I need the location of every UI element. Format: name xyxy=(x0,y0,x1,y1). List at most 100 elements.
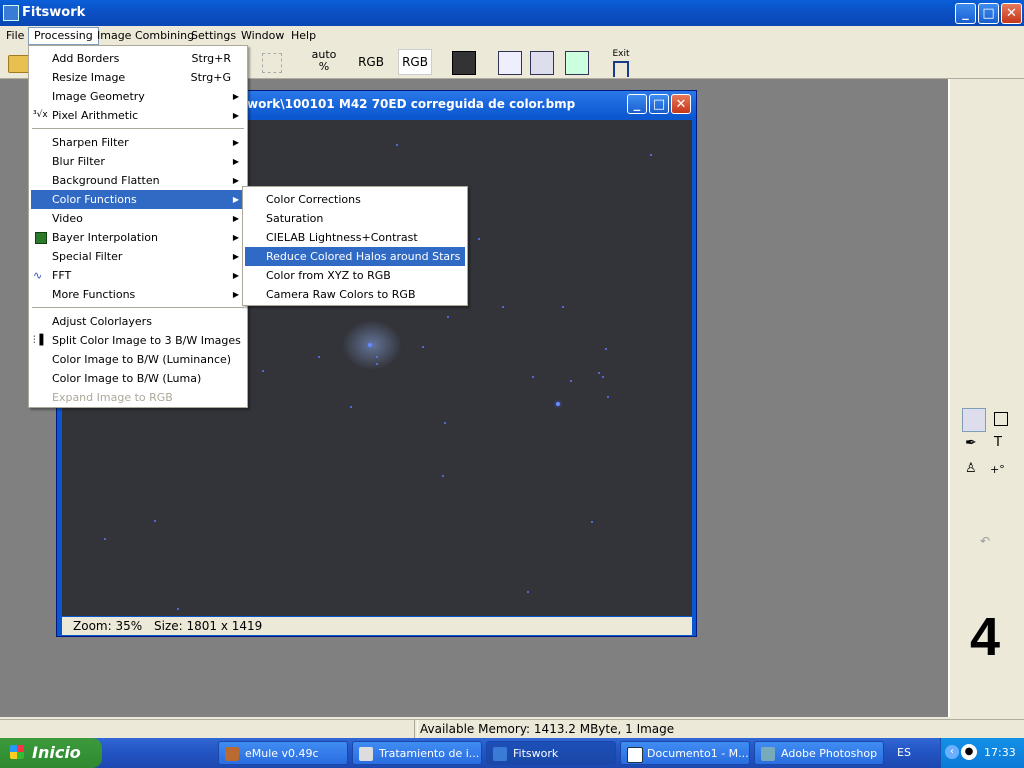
menu-help[interactable]: Help xyxy=(286,28,321,44)
menu-item-add-borders[interactable]: Add Borders Strg+R xyxy=(31,49,245,68)
close-button[interactable]: ✕ xyxy=(1001,3,1022,24)
child-maximize-button[interactable]: □ xyxy=(649,94,669,114)
label: Expand Image to RGB xyxy=(52,391,173,404)
menu-item-video[interactable]: Video ▶ xyxy=(31,209,245,228)
menu-item-fft[interactable]: ∿ FFT ▶ xyxy=(31,266,245,285)
maximize-button[interactable]: □ xyxy=(978,3,999,24)
star xyxy=(376,363,378,365)
rectangle-select-icon[interactable] xyxy=(994,412,1008,426)
submenu-arrow-icon: ▶ xyxy=(232,138,239,147)
menu-file[interactable]: File xyxy=(1,28,29,44)
system-tray: ‹ ● 17:33 xyxy=(940,738,1024,768)
task-documento1[interactable]: Documento1 - M... xyxy=(620,741,750,765)
child-close-button[interactable]: ✕ xyxy=(671,94,691,114)
label: Image Geometry xyxy=(52,90,145,103)
histogram-icon[interactable] xyxy=(452,51,476,75)
chevron-left-icon[interactable]: ‹ xyxy=(945,745,959,759)
label: Pixel Arithmetic xyxy=(52,109,139,122)
exit-button[interactable]: Exit xyxy=(608,49,634,77)
minimize-button[interactable]: _ xyxy=(955,3,976,24)
menu-item-background-flatten[interactable]: Background Flatten ▶ xyxy=(31,171,245,190)
menu-item-more-functions[interactable]: More Functions ▶ xyxy=(31,285,245,304)
task-photoshop[interactable]: Adobe Photoshop xyxy=(754,741,884,765)
star xyxy=(177,608,179,610)
app-icon[interactable] xyxy=(3,5,19,21)
nebula xyxy=(342,320,402,370)
menu-item-bayer-interpolation[interactable]: Bayer Interpolation ▶ xyxy=(31,228,245,247)
star xyxy=(607,396,609,398)
auto-contrast-button[interactable]: auto % xyxy=(310,49,338,75)
crop-icon[interactable] xyxy=(262,53,282,73)
menu-item-blur-filter[interactable]: Blur Filter ▶ xyxy=(31,152,245,171)
separator xyxy=(32,128,244,129)
label: Camera Raw Colors to RGB xyxy=(266,288,416,301)
menu-item-color-from-xyz[interactable]: Color from XYZ to RGB xyxy=(245,266,465,285)
rgb-button-2[interactable]: RGB xyxy=(398,49,432,75)
memory-status: Available Memory: 1413.2 MByte, 1 Image xyxy=(420,722,675,736)
rgb-button-1[interactable]: RGB xyxy=(355,49,387,75)
pipette-icon[interactable]: ✒ xyxy=(965,435,977,451)
menu-item-pixel-arithmetic[interactable]: ³√x Pixel Arithmetic ▶ xyxy=(31,106,245,125)
task-emule[interactable]: eMule v0.49c xyxy=(218,741,348,765)
task-label: Adobe Photoshop xyxy=(781,747,878,760)
text-tool-icon[interactable]: T xyxy=(994,435,1002,450)
label: Background Flatten xyxy=(52,174,160,187)
star xyxy=(396,144,398,146)
star xyxy=(598,372,600,374)
menu-item-bw-luminance[interactable]: Color Image to B/W (Luminance) xyxy=(31,350,245,369)
submenu-arrow-icon: ▶ xyxy=(232,271,239,280)
bayer-grid-icon xyxy=(35,232,47,244)
submenu-arrow-icon: ▶ xyxy=(232,252,239,261)
menu-item-image-geometry[interactable]: Image Geometry ▶ xyxy=(31,87,245,106)
language-indicator[interactable]: ES xyxy=(897,746,911,759)
menu-item-reduce-colored-halos[interactable]: Reduce Colored Halos around Stars xyxy=(245,247,465,266)
document-icon xyxy=(359,747,373,761)
star xyxy=(478,238,480,240)
label: Color Functions xyxy=(52,193,137,206)
photoshop-icon xyxy=(761,747,775,761)
menu-settings[interactable]: Settings xyxy=(186,28,241,44)
menu-item-sharpen-filter[interactable]: Sharpen Filter ▶ xyxy=(31,133,245,152)
tool-panel: ✒ T ♙ +° ↶ 4 xyxy=(948,79,1024,717)
add-point-icon[interactable]: +° xyxy=(990,463,1005,476)
image-view-icon[interactable] xyxy=(962,408,986,432)
word-icon xyxy=(627,747,643,763)
star xyxy=(591,521,593,523)
label: Color Image to B/W (Luma) xyxy=(52,372,202,385)
panda-icon[interactable]: ● xyxy=(961,744,977,760)
menu-bar: File Processing Image Combining Settings… xyxy=(0,26,1024,45)
menu-item-bw-luma[interactable]: Color Image to B/W (Luma) xyxy=(31,369,245,388)
image-status-bar: Zoom: 35% Size: 1801 x 1419 xyxy=(62,617,692,635)
menu-item-resize-image[interactable]: Resize Image Strg+G xyxy=(31,68,245,87)
submenu-arrow-icon: ▶ xyxy=(232,214,239,223)
undo-icon[interactable]: ↶ xyxy=(980,534,990,548)
menu-item-cielab-lightness-contrast[interactable]: CIELAB Lightness+Contrast xyxy=(245,228,465,247)
levels-icon[interactable] xyxy=(530,51,554,75)
child-minimize-button[interactable]: _ xyxy=(627,94,647,114)
menu-item-color-corrections[interactable]: Color Corrections xyxy=(245,190,465,209)
menu-window[interactable]: Window xyxy=(236,28,289,44)
tools-icon[interactable] xyxy=(565,51,589,75)
star xyxy=(556,402,560,406)
menu-processing[interactable]: Processing xyxy=(28,27,99,45)
label: FFT xyxy=(52,269,72,282)
menu-item-color-functions[interactable]: Color Functions ▶ xyxy=(31,190,245,209)
stamp-icon[interactable]: ♙ xyxy=(965,461,977,476)
menu-item-camera-raw-colors[interactable]: Camera Raw Colors to RGB xyxy=(245,285,465,304)
menu-item-saturation[interactable]: Saturation xyxy=(245,209,465,228)
curve-icon[interactable] xyxy=(498,51,522,75)
menu-item-special-filter[interactable]: Special Filter ▶ xyxy=(31,247,245,266)
start-button[interactable]: Inicio xyxy=(0,738,102,768)
task-fitswork[interactable]: Fitswork xyxy=(486,741,616,765)
shortcut: Strg+G xyxy=(190,71,231,84)
processing-menu: Add Borders Strg+R Resize Image Strg+G Ima… xyxy=(28,45,248,408)
exit-label: Exit xyxy=(612,49,630,59)
menu-image-combining[interactable]: Image Combining xyxy=(92,28,199,44)
label: Reduce Colored Halos around Stars xyxy=(266,250,461,263)
menu-item-adjust-colorlayers[interactable]: Adjust Colorlayers xyxy=(31,312,245,331)
task-tratamiento[interactable]: Tratamiento de i... xyxy=(352,741,482,765)
emule-icon xyxy=(225,747,239,761)
menu-item-split-color-image[interactable]: ⫶▐ Split Color Image to 3 B/W Images xyxy=(31,331,245,350)
image-window-title: work\100101 M42 70ED correguida de color… xyxy=(247,97,576,111)
submenu-arrow-icon: ▶ xyxy=(232,92,239,101)
